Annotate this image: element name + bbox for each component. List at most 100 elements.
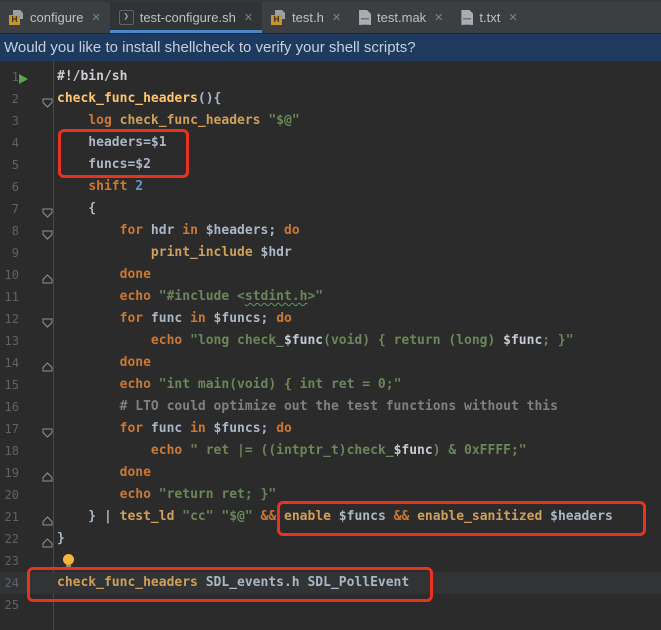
code-line[interactable]: 9 print_include $hdr [0,242,661,264]
close-icon[interactable]: ✕ [508,11,517,24]
code-line[interactable]: 12 for func in $funcs; do [0,308,661,330]
code-text[interactable]: funcs=$2 [57,154,151,176]
line-number: 24 [4,576,19,590]
code-text[interactable]: shift 2 [57,176,143,198]
tab-bar: H configure ✕ ❯ test-configure.sh ✕ H te… [0,0,661,33]
code-line[interactable]: 10 done [0,264,661,286]
code-line[interactable]: 13 echo "long check_$func(void) { return… [0,330,661,352]
fold-icon[interactable] [42,226,53,240]
line-number: 7 [11,202,19,216]
line-number: 20 [4,488,19,502]
text-file-icon [359,10,372,25]
intention-bulb-icon[interactable] [63,554,74,567]
code-lines: 1 #!/bin/sh 2 check_func_headers(){3 log ch… [0,66,661,616]
code-text[interactable]: done [57,264,151,286]
fold-icon[interactable] [42,204,53,218]
code-line[interactable]: 24 check_func_headers SDL_events.h SDL_Po… [0,572,661,594]
code-line[interactable]: 22} [0,528,661,550]
code-text[interactable]: check_func_headers SDL_events.h SDL_Poll… [57,572,409,594]
tab-label: test.mak [377,10,427,25]
line-number: 5 [11,158,19,172]
code-line[interactable]: 4 headers=$1 [0,132,661,154]
fold-icon[interactable] [42,314,53,328]
code-text[interactable] [57,550,74,572]
fold-icon[interactable] [42,512,53,526]
tab-t-txt[interactable]: t.txt ✕ [452,2,526,33]
code-text[interactable]: print_include $hdr [57,242,292,264]
fold-icon[interactable] [42,358,53,372]
code-text[interactable]: } [57,528,65,550]
tab-test-h[interactable]: H test.h ✕ [262,2,350,33]
code-text[interactable]: for func in $funcs; do [57,308,292,330]
code-line[interactable]: 1 #!/bin/sh [0,66,661,88]
notification-message: Would you like to install shellcheck to … [4,39,416,56]
code-line[interactable]: 18 echo " ret |= ((intptr_t)check_$func)… [0,440,661,462]
code-line[interactable]: 11 echo "#include <stdint.h>" [0,286,661,308]
header-file-icon: H [271,10,286,25]
code-line[interactable]: 19 done [0,462,661,484]
text-file-icon [461,10,474,25]
line-number: 18 [4,444,19,458]
editor[interactable]: 1 #!/bin/sh 2 check_func_headers(){3 log ch… [0,61,661,630]
line-number: 15 [4,378,19,392]
tab-configure[interactable]: H configure ✕ [0,2,110,33]
close-icon[interactable]: ✕ [332,11,341,24]
code-line[interactable]: 7 { [0,198,661,220]
code-line[interactable]: 17 for func in $funcs; do [0,418,661,440]
notification-banner[interactable]: Would you like to install shellcheck to … [0,33,661,61]
close-icon[interactable]: ✕ [244,11,253,24]
code-text[interactable]: log check_func_headers "$@" [57,110,299,132]
code-text[interactable]: for func in $funcs; do [57,418,292,440]
close-icon[interactable]: ✕ [434,11,443,24]
code-text[interactable]: echo "#include <stdint.h>" [57,286,324,308]
tab-test-configure-sh[interactable]: ❯ test-configure.sh ✕ [109,2,263,33]
line-number: 11 [4,290,19,304]
code-text[interactable]: echo "long check_$func(void) { return (l… [57,330,574,352]
tab-label: test.h [292,10,324,25]
tab-label: test-configure.sh [139,10,236,25]
code-text[interactable]: echo " ret |= ((intptr_t)check_$func) & … [57,440,527,462]
tab-label: t.txt [479,10,501,25]
code-line[interactable]: 15 echo "int main(void) { int ret = 0;" [0,374,661,396]
code-text[interactable]: headers=$1 [57,132,166,154]
run-icon[interactable] [18,71,29,84]
code-line[interactable]: 16 # LTO could optimize out the test fun… [0,396,661,418]
code-line[interactable]: 25 [0,594,661,616]
tab-label: configure [30,10,84,25]
fold-icon[interactable] [42,534,53,548]
code-text[interactable]: { [57,198,96,220]
line-number: 16 [4,400,19,414]
line-number: 9 [11,246,19,260]
code-line[interactable]: 23 [0,550,661,572]
code-text[interactable]: echo "return ret; }" [57,484,277,506]
line-number: 2 [11,92,19,106]
code-text[interactable]: echo "int main(void) { int ret = 0;" [57,374,402,396]
code-text[interactable]: #!/bin/sh [57,66,127,88]
fold-icon[interactable] [42,424,53,438]
close-icon[interactable]: ✕ [91,11,100,24]
fold-icon[interactable] [42,94,53,108]
line-number: 8 [11,224,19,238]
fold-icon[interactable] [42,468,53,482]
line-number: 1 [11,70,19,84]
code-line[interactable]: 5 funcs=$2 [0,154,661,176]
code-text[interactable]: done [57,352,151,374]
code-line[interactable]: 2 check_func_headers(){ [0,88,661,110]
code-line[interactable]: 3 log check_func_headers "$@" [0,110,661,132]
line-number: 13 [4,334,19,348]
line-number: 19 [4,466,19,480]
code-text[interactable]: } | test_ld "cc" "$@" && enable $funcs &… [57,506,612,528]
code-line[interactable]: 20 echo "return ret; }" [0,484,661,506]
code-line[interactable]: 8 for hdr in $headers; do [0,220,661,242]
code-line[interactable]: 6 shift 2 [0,176,661,198]
code-line[interactable]: 21 } | test_ld "cc" "$@" && enable $func… [0,506,661,528]
code-text[interactable]: for hdr in $headers; do [57,220,300,242]
code-text[interactable]: check_func_headers(){ [57,88,221,110]
code-line[interactable]: 14 done [0,352,661,374]
tab-test-mak[interactable]: test.mak ✕ [350,2,452,33]
code-text[interactable]: done [57,462,151,484]
line-number: 10 [4,268,19,282]
header-file-icon: H [9,10,24,25]
fold-icon[interactable] [42,270,53,284]
code-text[interactable]: # LTO could optimize out the test functi… [57,396,558,418]
